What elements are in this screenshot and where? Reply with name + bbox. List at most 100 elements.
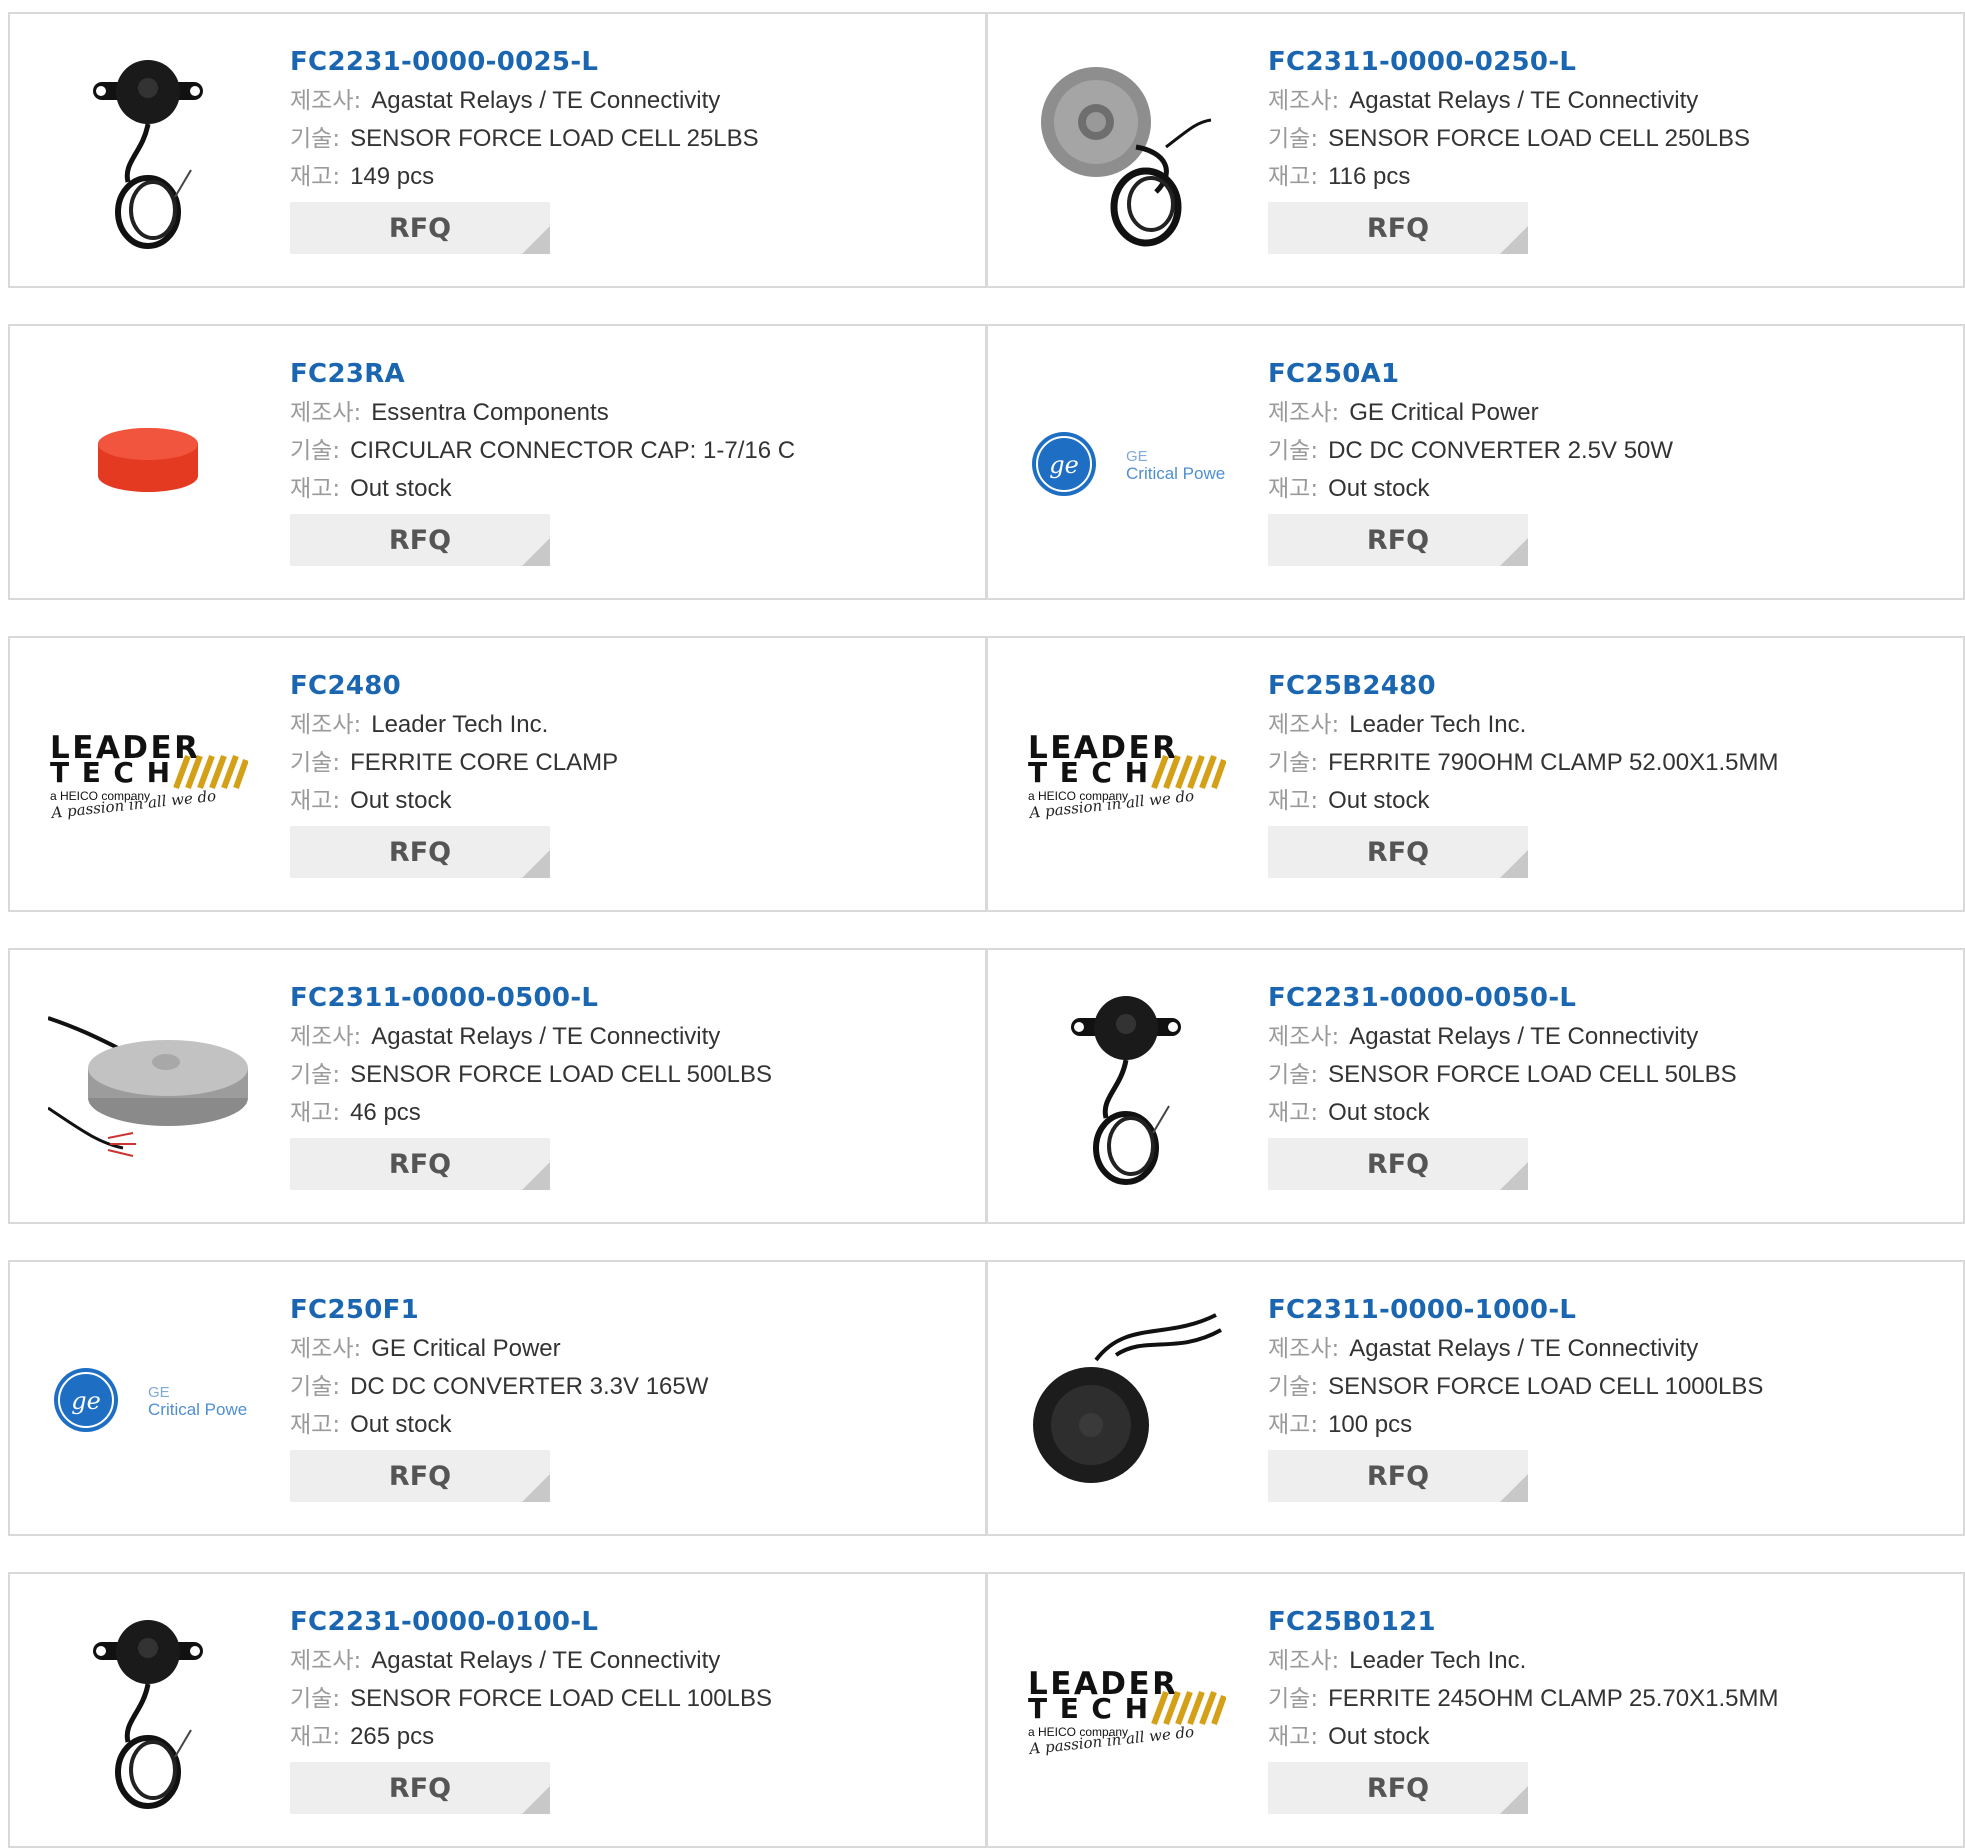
rfq-label: RFQ <box>1366 212 1430 244</box>
rfq-label: RFQ <box>388 836 452 868</box>
description-label: 기술 <box>290 750 333 776</box>
rfq-button[interactable]: RFQ <box>1268 1450 1528 1502</box>
stock-label: 재고 <box>1268 476 1311 502</box>
product-image-link[interactable] <box>48 1612 248 1812</box>
description-row: 기술: SENSOR FORCE LOAD CELL 25LBS <box>290 120 975 158</box>
rfq-button[interactable]: RFQ <box>290 1450 550 1502</box>
rfq-button[interactable]: RFQ <box>290 1762 550 1814</box>
description-row: 기술: SENSOR FORCE LOAD CELL 50LBS <box>1268 1056 1953 1094</box>
product-card: ge GE Critical Power FC250A1 제조사: GE Crit… <box>986 324 1965 600</box>
product-image-link[interactable] <box>48 52 248 252</box>
stock-row: 재고: 100 pcs <box>1268 1406 1953 1444</box>
part-number-link[interactable]: FC25B0121 <box>1268 1602 1953 1642</box>
part-number-link[interactable]: FC23RA <box>290 354 975 394</box>
product-image-link[interactable] <box>48 988 248 1188</box>
part-number-link[interactable]: FC2311-0000-1000-L <box>1268 1290 1953 1330</box>
label-separator: : <box>332 126 341 152</box>
rfq-button[interactable]: RFQ <box>1268 1138 1528 1190</box>
product-image-link[interactable]: LEADER TECH a HEICO company A passion in… <box>1026 676 1226 876</box>
rfq-label: RFQ <box>388 1772 452 1804</box>
rfq-label: RFQ <box>388 524 452 556</box>
rfq-button[interactable]: RFQ <box>1268 202 1528 254</box>
label-separator: : <box>1331 1648 1340 1674</box>
manufacturer-value: Agastat Relays / TE Connectivity <box>371 87 721 114</box>
rfq-button[interactable]: RFQ <box>290 202 550 254</box>
stock-row: 재고: Out stock <box>1268 782 1953 820</box>
manufacturer-row: 제조사: GE Critical Power <box>290 1330 975 1368</box>
label-separator: : <box>353 88 362 114</box>
description-value: SENSOR FORCE LOAD CELL 500LBS <box>350 1061 773 1088</box>
rfq-button[interactable]: RFQ <box>1268 1762 1528 1814</box>
stock-value: 46 pcs <box>350 1099 421 1126</box>
label-separator: : <box>1331 712 1340 738</box>
manufacturer-value: Agastat Relays / TE Connectivity <box>1349 1335 1699 1362</box>
manufacturer-label: 제조사 <box>1268 1336 1332 1362</box>
product-info: FC2231-0000-0100-L 제조사: Agastat Relays / … <box>290 1602 975 1814</box>
label-separator: : <box>1310 788 1319 814</box>
product-image-link[interactable] <box>48 364 248 564</box>
product-image-link[interactable]: LEADER TECH a HEICO company A passion in… <box>48 676 248 876</box>
part-number-link[interactable]: FC2231-0000-0025-L <box>290 42 975 82</box>
description-value: DC DC CONVERTER 3.3V 165W <box>350 1373 709 1400</box>
stock-row: 재고: Out stock <box>1268 1718 1953 1756</box>
stock-value: 265 pcs <box>350 1723 435 1750</box>
stock-value: Out stock <box>350 787 452 814</box>
part-number-link[interactable]: FC2311-0000-0500-L <box>290 978 975 1018</box>
product-image-link[interactable] <box>1026 52 1226 252</box>
rfq-label: RFQ <box>1366 1460 1430 1492</box>
stock-label: 재고 <box>290 788 333 814</box>
label-separator: : <box>353 1648 362 1674</box>
description-label: 기술 <box>1268 1062 1311 1088</box>
rfq-button[interactable]: RFQ <box>290 1138 550 1190</box>
stock-value: 116 pcs <box>1328 163 1411 190</box>
product-info: FC25B2480 제조사: Leader Tech Inc. 기술: FERRIT… <box>1268 666 1953 878</box>
manufacturer-row: 제조사: Leader Tech Inc. <box>290 706 975 744</box>
corner-triangle-icon <box>1500 1162 1528 1190</box>
stock-label: 재고 <box>290 1412 333 1438</box>
manufacturer-label: 제조사 <box>290 712 354 738</box>
part-number-link[interactable]: FC250A1 <box>1268 354 1953 394</box>
description-label: 기술 <box>290 1686 333 1712</box>
description-row: 기술: FERRITE CORE CLAMP <box>290 744 975 782</box>
description-row: 기술: DC DC CONVERTER 3.3V 165W <box>290 1368 975 1406</box>
product-image-link[interactable] <box>1026 988 1226 1188</box>
manufacturer-value: Agastat Relays / TE Connectivity <box>371 1647 721 1674</box>
product-image-link[interactable]: ge GE Critical Power <box>1026 364 1226 564</box>
label-separator: : <box>353 400 362 426</box>
product-grid: FC2231-0000-0025-L 제조사: Agastat Relays / … <box>0 0 1965 1848</box>
part-number-link[interactable]: FC2311-0000-0250-L <box>1268 42 1953 82</box>
rfq-label: RFQ <box>1366 1148 1430 1180</box>
label-separator: : <box>332 1412 341 1438</box>
manufacturer-row: 제조사: Agastat Relays / TE Connectivity <box>290 1642 975 1680</box>
corner-triangle-icon <box>1500 1474 1528 1502</box>
rfq-button[interactable]: RFQ <box>290 826 550 878</box>
svg-text:Critical Power: Critical Power <box>148 1400 248 1419</box>
label-separator: : <box>332 1100 341 1126</box>
product-card: FC2231-0000-0100-L 제조사: Agastat Relays / … <box>8 1572 987 1848</box>
part-number-link[interactable]: FC2480 <box>290 666 975 706</box>
rfq-button[interactable]: RFQ <box>1268 514 1528 566</box>
manufacturer-label: 제조사 <box>1268 712 1332 738</box>
rfq-label: RFQ <box>1366 524 1430 556</box>
rfq-button[interactable]: RFQ <box>1268 826 1528 878</box>
svg-text:GE: GE <box>1126 448 1148 465</box>
stock-value: 100 pcs <box>1328 1411 1413 1438</box>
part-number-link[interactable]: FC25B2480 <box>1268 666 1953 706</box>
part-number-link[interactable]: FC2231-0000-0050-L <box>1268 978 1953 1018</box>
label-separator: : <box>1310 1412 1319 1438</box>
product-info: FC23RA 제조사: Essentra Components 기술: CIRCUL… <box>290 354 975 566</box>
load-cell-icon <box>48 1016 248 1157</box>
leader-tech-logo-icon: LEADER TECH a HEICO company A passion in… <box>1027 1666 1226 1758</box>
manufacturer-value: Essentra Components <box>371 399 609 426</box>
product-image-link[interactable]: ge GE Critical Power <box>48 1300 248 1500</box>
rfq-button[interactable]: RFQ <box>290 514 550 566</box>
product-image-link[interactable]: LEADER TECH a HEICO company A passion in… <box>1026 1612 1226 1812</box>
label-separator: : <box>332 476 341 502</box>
label-separator: : <box>332 750 341 776</box>
product-info: FC25B0121 제조사: Leader Tech Inc. 기술: FERRIT… <box>1268 1602 1953 1814</box>
product-image-link[interactable] <box>1026 1300 1226 1500</box>
part-number-link[interactable]: FC2231-0000-0100-L <box>290 1602 975 1642</box>
part-number-link[interactable]: FC250F1 <box>290 1290 975 1330</box>
stock-value: Out stock <box>350 1411 452 1438</box>
label-separator: : <box>332 1686 341 1712</box>
